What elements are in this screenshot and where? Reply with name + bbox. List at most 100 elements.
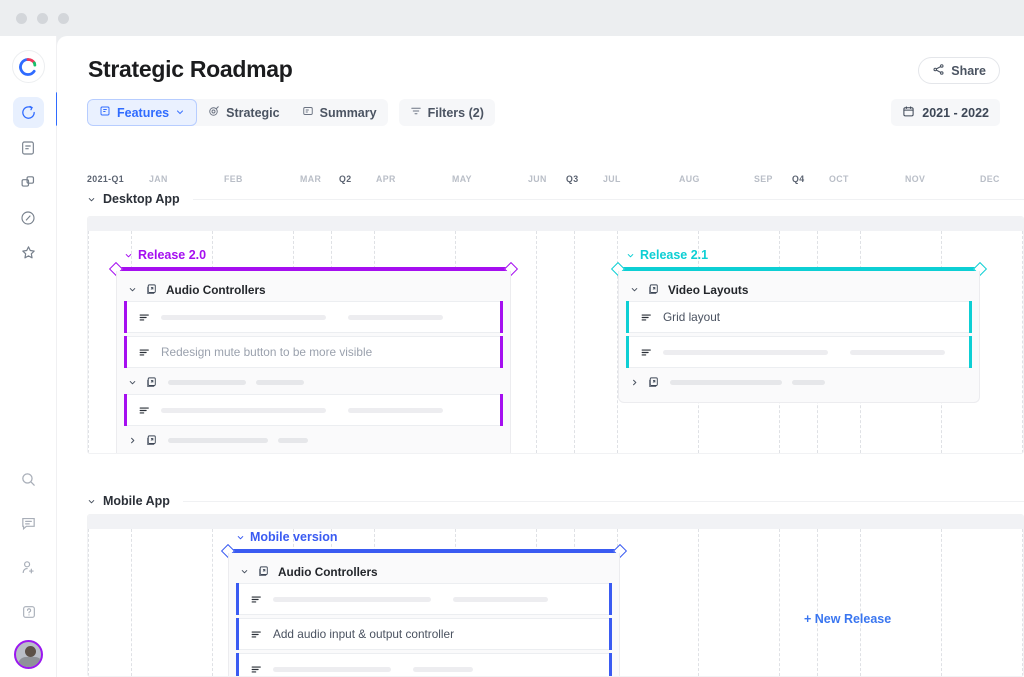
sidebar-inbox[interactable] (13, 508, 44, 539)
tab-summary-label: Summary (320, 106, 377, 120)
task-row[interactable] (236, 583, 612, 615)
task-row[interactable]: Redesign mute button to be more visible (124, 336, 503, 368)
roadmap-canvas[interactable]: Desktop App Release 2.0 Audio Controllers R… (87, 192, 1024, 677)
task-end-handle[interactable] (609, 618, 612, 650)
tab-summary[interactable]: Summary (291, 99, 388, 126)
epic-row[interactable] (124, 429, 503, 452)
timeline-gridline (941, 529, 942, 676)
task-icon (138, 311, 151, 324)
epic-row[interactable]: Video Layouts (626, 278, 972, 301)
release-name: Mobile version (250, 530, 338, 544)
timeline-tick-dec: DEC (980, 174, 1000, 184)
placeholder-bar (168, 380, 246, 385)
date-range-button[interactable]: 2021 - 2022 (891, 99, 1000, 126)
epic-row[interactable]: Audio Controllers (236, 560, 612, 583)
timeline-tick-sep: SEP (754, 174, 773, 184)
release-card: Audio Controllers Add audio input & outpu… (228, 553, 620, 677)
task-row[interactable] (124, 301, 503, 333)
release-label[interactable]: Release 2.1 (626, 248, 708, 262)
window-minimize-dot[interactable] (37, 13, 48, 24)
chevron-down-icon[interactable] (87, 195, 96, 204)
chevron-down-icon[interactable] (124, 251, 133, 260)
epic-row[interactable] (124, 371, 503, 394)
sidebar-avatar[interactable] (14, 640, 43, 669)
task-row[interactable] (626, 336, 972, 368)
task-start-handle[interactable] (236, 618, 239, 650)
task-start-handle[interactable] (124, 336, 127, 368)
placeholder-bar (273, 597, 431, 602)
window-titlebar (0, 0, 1024, 36)
task-title: Grid layout (663, 310, 720, 324)
page-title: Strategic Roadmap (88, 56, 293, 83)
task-end-handle[interactable] (969, 336, 972, 368)
epic-caret[interactable] (240, 567, 249, 576)
new-release-button[interactable]: + New Release (804, 612, 891, 626)
timeline-tick-may: MAY (452, 174, 472, 184)
task-end-handle[interactable] (969, 301, 972, 333)
task-end-handle[interactable] (500, 394, 503, 426)
task-row[interactable]: Grid layout (626, 301, 972, 333)
epic-row[interactable] (626, 371, 972, 394)
epic-caret[interactable] (128, 378, 137, 387)
chevron-down-icon[interactable] (626, 251, 635, 260)
target-icon (208, 105, 220, 120)
chevron-right-icon[interactable] (128, 436, 137, 445)
placeholder-bar (850, 350, 945, 355)
chevron-down-icon[interactable] (236, 533, 245, 542)
task-title: Add audio input & output controller (273, 627, 454, 641)
task-start-handle[interactable] (236, 653, 239, 677)
sidebar-search[interactable] (13, 464, 44, 495)
sidebar-item-favorites[interactable] (13, 237, 44, 268)
sidebar-help[interactable] (13, 596, 44, 627)
task-start-handle[interactable] (626, 336, 629, 368)
group-divider (183, 501, 1024, 502)
task-start-handle[interactable] (124, 394, 127, 426)
epic-row[interactable]: Audio Controllers (124, 278, 503, 301)
task-row[interactable]: Add audio input & output controller (236, 618, 612, 650)
group-header[interactable]: Desktop App (87, 192, 1024, 206)
epic-icon (647, 376, 660, 389)
task-end-handle[interactable] (500, 336, 503, 368)
main-panel: Strategic Roadmap Share 2021 - 2022 (57, 36, 1024, 677)
placeholder-bar (168, 438, 268, 443)
clickup-logo-icon[interactable] (12, 50, 45, 83)
chevron-down-icon[interactable] (240, 567, 249, 576)
sidebar-item-dashboards[interactable] (13, 167, 44, 198)
sidebar-item-docs[interactable] (13, 132, 44, 163)
sidebar-item-goals[interactable] (13, 97, 44, 128)
chevron-right-icon[interactable] (630, 378, 639, 387)
task-title: Redesign mute button to be more visible (161, 345, 372, 359)
chevron-down-icon[interactable] (630, 285, 639, 294)
epic-caret[interactable] (128, 436, 137, 445)
filters-button[interactable]: Filters (2) (399, 99, 495, 126)
share-button[interactable]: Share (918, 57, 1000, 84)
epic-caret[interactable] (630, 378, 639, 387)
chevron-down-icon[interactable] (87, 497, 96, 506)
placeholder-bar (663, 350, 828, 355)
task-start-handle[interactable] (124, 301, 127, 333)
timeline-tick-q3: Q3 (566, 174, 579, 184)
task-row[interactable] (124, 394, 503, 426)
tab-strategic[interactable]: Strategic (197, 99, 291, 126)
share-icon (932, 63, 945, 79)
epic-caret[interactable] (128, 285, 137, 294)
task-start-handle[interactable] (626, 301, 629, 333)
window-maximize-dot[interactable] (58, 13, 69, 24)
chevron-down-icon[interactable] (128, 285, 137, 294)
task-row[interactable] (236, 653, 612, 677)
group-header[interactable]: Mobile App (87, 494, 1024, 508)
task-end-handle[interactable] (500, 301, 503, 333)
tab-features[interactable]: Features (87, 99, 197, 126)
view-toolbar: Features Strategic (87, 99, 495, 126)
window-close-dot[interactable] (16, 13, 27, 24)
sidebar-item-pulse[interactable] (13, 202, 44, 233)
task-end-handle[interactable] (609, 583, 612, 615)
release-label[interactable]: Release 2.0 (124, 248, 206, 262)
release-label[interactable]: Mobile version (236, 530, 338, 544)
view-tabs: Features Strategic (87, 99, 388, 126)
task-start-handle[interactable] (236, 583, 239, 615)
chevron-down-icon[interactable] (128, 378, 137, 387)
sidebar-invite[interactable] (13, 552, 44, 583)
task-end-handle[interactable] (609, 653, 612, 677)
epic-caret[interactable] (630, 285, 639, 294)
